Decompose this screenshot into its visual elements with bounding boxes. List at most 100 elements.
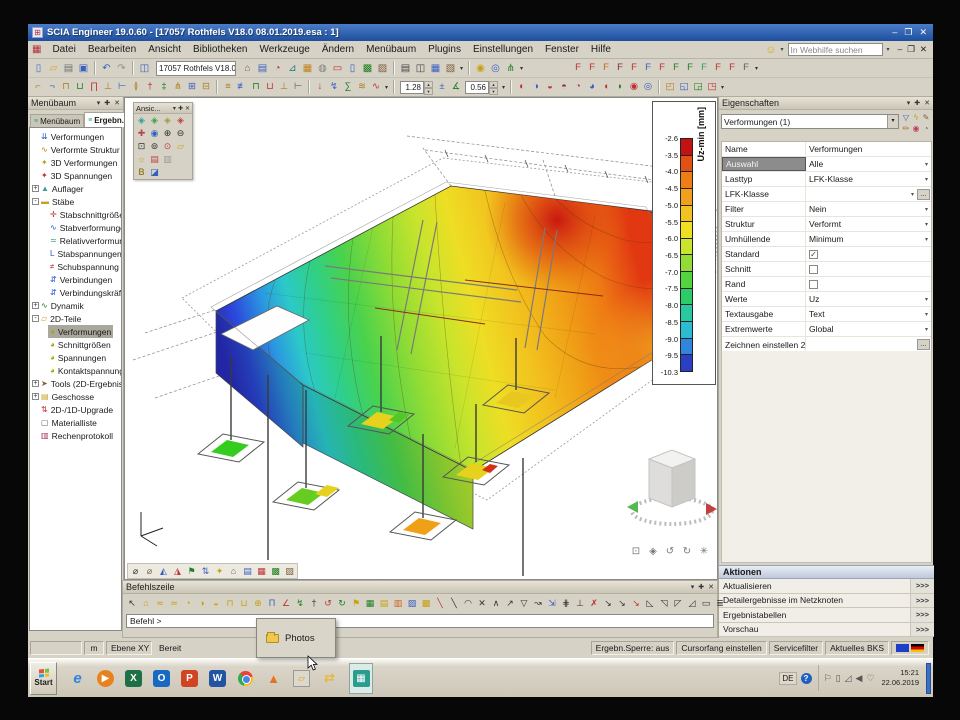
action-arrow[interactable]: >>> bbox=[910, 608, 934, 622]
open-icon[interactable]: ▱ bbox=[46, 61, 61, 76]
taskbar-clock[interactable]: 15:2122.06.2019 bbox=[878, 668, 922, 688]
command-input[interactable]: Befehl > bbox=[126, 614, 714, 628]
panel-close-icon[interactable]: ✕ bbox=[708, 583, 714, 591]
property-value[interactable]: Nein▾ bbox=[806, 202, 931, 216]
lc11-icon[interactable]: F bbox=[711, 61, 725, 75]
triangle-down-icon[interactable]: ◮ bbox=[171, 564, 184, 578]
rotate-right-arrow-icon[interactable] bbox=[706, 503, 717, 515]
internet-explorer-icon[interactable]: e bbox=[69, 670, 86, 687]
star-tool-icon[interactable]: ✦ bbox=[213, 564, 226, 578]
tree-item-rechenprotokoll[interactable]: ▥Rechenprotokoll bbox=[30, 429, 121, 442]
action-arrow[interactable]: >>> bbox=[910, 579, 934, 593]
ellipsis-button[interactable]: ... bbox=[917, 189, 930, 200]
snap-icon[interactable]: ⇲ bbox=[545, 596, 559, 610]
visibility-icon[interactable]: ◎ bbox=[488, 61, 503, 76]
named-view-icon[interactable]: B bbox=[135, 166, 148, 179]
property-value[interactable]: ✓ bbox=[806, 247, 931, 261]
checkbox-unchecked[interactable] bbox=[809, 265, 818, 274]
property-value[interactable]: Verformungen bbox=[806, 142, 931, 156]
lc9-icon[interactable]: F bbox=[683, 61, 697, 75]
node-cmd-icon[interactable]: ⌂ bbox=[139, 596, 153, 610]
excel-icon[interactable]: X bbox=[125, 670, 142, 687]
vector-icon[interactable]: ↗ bbox=[503, 596, 517, 610]
light-icon[interactable]: ☼ bbox=[135, 153, 148, 166]
property-value[interactable]: Verformt▾ bbox=[806, 217, 931, 231]
show-desktop-button[interactable] bbox=[926, 663, 931, 694]
subsoil2-icon[interactable]: ⊔ bbox=[237, 596, 251, 610]
rotate-cmd-icon[interactable]: ↺ bbox=[321, 596, 335, 610]
view1-icon[interactable]: ◰ bbox=[663, 80, 677, 94]
lc6-icon[interactable]: F bbox=[641, 61, 655, 75]
dropdown-caret-icon[interactable]: ▾ bbox=[925, 296, 928, 303]
column-icon[interactable]: ¬ bbox=[45, 80, 59, 94]
property-value[interactable]: ▾... bbox=[806, 187, 931, 201]
dropdown-caret-icon[interactable]: ▾ bbox=[925, 326, 928, 333]
lightning-icon[interactable]: ϟ bbox=[911, 112, 921, 123]
menu-ansicht[interactable]: Ansicht bbox=[142, 42, 187, 57]
check2-icon[interactable]: ◗ bbox=[613, 80, 627, 94]
menu-fenster[interactable]: Fenster bbox=[539, 42, 585, 57]
print-preview-icon[interactable]: ◫ bbox=[413, 61, 428, 76]
tree-item-3dspannungen[interactable]: ✦3D Spannungen bbox=[30, 169, 121, 182]
block2-icon[interactable]: ⊟ bbox=[199, 80, 213, 94]
lc5-icon[interactable]: F bbox=[627, 61, 641, 75]
property-value[interactable] bbox=[806, 277, 931, 291]
panel-pin-icon[interactable]: ✚ bbox=[178, 105, 183, 112]
grid2-icon[interactable]: ▦ bbox=[255, 564, 268, 578]
tree-item-stabschnittgren[interactable]: ✛Stabschnittgrößen bbox=[30, 208, 121, 221]
tree-item-dynamik[interactable]: +∿Dynamik bbox=[30, 299, 121, 312]
point-icon[interactable]: † bbox=[307, 596, 321, 610]
lc12-icon[interactable]: F bbox=[725, 61, 739, 75]
engineering-report-icon[interactable]: ◍ bbox=[315, 61, 330, 76]
lc1-icon[interactable]: F bbox=[571, 61, 585, 75]
perp-icon[interactable]: ⊥ bbox=[573, 596, 587, 610]
panel-close-icon[interactable]: ✕ bbox=[185, 105, 190, 112]
panel-pin-icon[interactable]: ✚ bbox=[698, 583, 704, 591]
triangle-up-icon[interactable]: ◭ bbox=[157, 564, 170, 578]
redo-icon[interactable]: ↷ bbox=[114, 61, 129, 76]
panel-menu-icon[interactable]: ▾ bbox=[173, 105, 176, 112]
help-caret-icon[interactable]: ▾ bbox=[780, 46, 783, 53]
line2-icon[interactable]: ╲ bbox=[447, 596, 461, 610]
brush-icon[interactable]: ✏ bbox=[901, 123, 911, 134]
tray-device-icon[interactable]: ▯ bbox=[836, 673, 841, 684]
grid-snap-icon[interactable]: ⋕ bbox=[559, 596, 573, 610]
model-viewport[interactable]: Ansic...▾✚✕ ◈◈◈◈✚◉⊕⊖⊡⊚⊙▱☼▤▥B◪ Uz-min [mm… bbox=[124, 97, 718, 580]
print-view-icon[interactable]: ▤ bbox=[148, 153, 161, 166]
expand-icon[interactable]: + bbox=[32, 302, 39, 309]
moment-icon[interactable]: ◐ bbox=[515, 80, 529, 94]
support-icon[interactable]: ≡ bbox=[221, 80, 235, 94]
navigation-cube[interactable] bbox=[625, 443, 718, 543]
flag-tool-icon[interactable]: ⚑ bbox=[185, 564, 198, 578]
undo-icon[interactable]: ↶ bbox=[99, 61, 114, 76]
powerpoint-icon[interactable]: P bbox=[181, 670, 198, 687]
property-value[interactable]: LFK-Klasse▾ bbox=[806, 172, 931, 186]
gallery-icon[interactable]: ▭ bbox=[330, 61, 345, 76]
mesh2-icon[interactable]: ▤ bbox=[377, 596, 391, 610]
beam-icon[interactable]: ⌐ bbox=[31, 80, 45, 94]
plate-icon[interactable]: ⊓ bbox=[59, 80, 73, 94]
menu-einstellungen[interactable]: Einstellungen bbox=[467, 42, 539, 57]
checkbox-checked[interactable]: ✓ bbox=[809, 250, 818, 259]
action-arrow[interactable]: >>> bbox=[910, 594, 934, 608]
tree-item-verformtestruktur[interactable]: ∿Verformte Struktur bbox=[30, 143, 121, 156]
menu-bibliotheken[interactable]: Bibliotheken bbox=[187, 42, 253, 57]
property-value[interactable]: Uz▾ bbox=[806, 292, 931, 306]
dir3-icon[interactable]: ↘ bbox=[629, 596, 643, 610]
tree-item-stabspannungen[interactable]: LStabspannungen bbox=[30, 247, 121, 260]
collapse-icon[interactable]: - bbox=[32, 315, 39, 322]
list-icon[interactable]: ≣ bbox=[713, 596, 727, 610]
tree-item-stbe[interactable]: -▬Stäbe bbox=[30, 195, 121, 208]
concrete-icon[interactable]: ◎ bbox=[641, 80, 655, 94]
lc7-icon[interactable]: F bbox=[655, 61, 669, 75]
mirror-icon[interactable]: ↻ bbox=[335, 596, 349, 610]
photos-popup[interactable]: Photos bbox=[256, 618, 336, 658]
status-plane[interactable]: Ebene XY bbox=[106, 641, 152, 655]
panel-menu-icon[interactable]: ▾ bbox=[691, 583, 695, 591]
load-cmd-icon[interactable]: ↯ bbox=[293, 596, 307, 610]
clip-box-icon[interactable]: ▱ bbox=[174, 140, 187, 153]
view-x-icon[interactable]: ◈ bbox=[135, 114, 148, 127]
select-arrow-icon[interactable]: ↖ bbox=[125, 596, 139, 610]
catalog-icon[interactable]: ⋔ bbox=[171, 80, 185, 94]
tree-item-auflager[interactable]: +▲Auflager bbox=[30, 182, 121, 195]
